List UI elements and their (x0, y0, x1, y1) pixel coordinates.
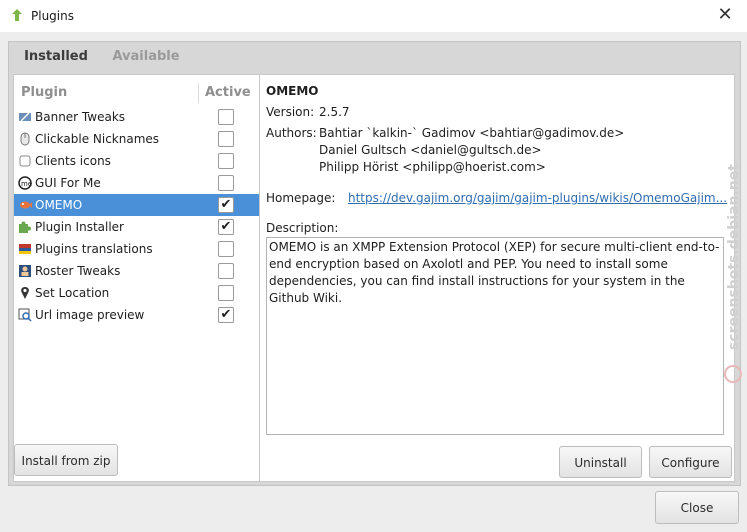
active-checkbox[interactable] (218, 285, 234, 301)
window-close-icon[interactable]: ✕ (715, 5, 735, 25)
banner-icon (19, 112, 31, 122)
plugin-row-label: Banner Tweaks (35, 110, 126, 124)
plugin-row-label: Url image preview (35, 308, 145, 322)
plugin-list: Banner Tweaks Clickable Nicknames Clients … (14, 106, 259, 326)
flags-icon (19, 244, 31, 254)
plugin-row[interactable]: Set Location (14, 282, 259, 304)
active-checkbox[interactable] (218, 175, 234, 191)
watermark: screenshots.debian.net (724, 164, 742, 383)
plugin-row-label: Roster Tweaks (35, 264, 121, 278)
plugin-row[interactable]: OMEMO ✔ (14, 194, 259, 216)
plugin-list-pane: Plugin Active Banner Tweaks Clickable Nic… (14, 75, 260, 481)
close-button[interactable]: Close (655, 491, 739, 524)
plugin-details-pane: OMEMO Version: 2.5.7 Authors: Bahtiar `k… (260, 75, 734, 481)
location-pin-icon (21, 287, 29, 299)
omemo-fish-icon (20, 201, 32, 209)
watermark-text: screenshots.debian.net (726, 164, 742, 350)
active-checkbox[interactable] (218, 263, 234, 279)
plugin-row[interactable]: Clickable Nicknames (14, 128, 259, 150)
plugin-row[interactable]: Plugins translations (14, 238, 259, 260)
puzzle-icon (19, 221, 31, 233)
uninstall-button[interactable]: Uninstall (559, 446, 642, 478)
plugin-row[interactable]: Roster Tweaks (14, 260, 259, 282)
active-checkbox[interactable] (218, 153, 234, 169)
roster-icon (19, 265, 31, 277)
install-from-zip-button[interactable]: Install from zip (14, 444, 118, 476)
plugin-row-label: Clickable Nicknames (35, 132, 160, 146)
author-2: Daniel Gultsch <daniel@gultsch.de> (319, 143, 542, 157)
mouse-icon (20, 132, 30, 146)
plugin-row[interactable]: me GUI For Me (14, 172, 259, 194)
plugin-row-label: OMEMO (35, 198, 83, 212)
version-value: 2.5.7 (319, 105, 350, 119)
tab-installed[interactable]: Installed (16, 41, 96, 77)
homepage-label: Homepage: (266, 191, 336, 205)
description-label: Description: (266, 221, 339, 235)
active-checkbox[interactable] (218, 109, 234, 125)
plugin-row-label: Set Location (35, 286, 110, 300)
plugin-row[interactable]: Url image preview ✔ (14, 304, 259, 326)
tab-content: Plugin Active Banner Tweaks Clickable Nic… (13, 74, 735, 482)
column-header-plugin[interactable]: Plugin (21, 85, 67, 100)
svg-text:me: me (21, 180, 32, 188)
plugin-row-label: Plugins translations (35, 242, 153, 256)
plugin-row[interactable]: Clients icons (14, 150, 259, 172)
gui-icon: me (18, 176, 32, 190)
description-text[interactable]: OMEMO is an XMPP Extension Protocol (XEP… (266, 237, 724, 435)
author-1: Bahtiar `kalkin-` Gadimov <bahtiar@gadim… (319, 126, 625, 140)
active-checkbox[interactable]: ✔ (218, 197, 234, 213)
author-3: Philipp Hörist <philipp@hoerist.com> (319, 160, 546, 174)
version-label: Version: (266, 105, 315, 119)
clients-icon (19, 155, 31, 167)
homepage-link[interactable]: https://dev.gajim.org/gajim/gajim-plugin… (348, 191, 727, 205)
plugin-row[interactable]: Plugin Installer ✔ (14, 216, 259, 238)
window-title: Plugins (31, 9, 74, 23)
configure-button[interactable]: Configure (649, 446, 732, 478)
active-checkbox[interactable] (218, 241, 234, 257)
column-divider (198, 83, 199, 103)
plugin-row[interactable]: Banner Tweaks (14, 106, 259, 128)
active-checkbox[interactable] (218, 131, 234, 147)
plugin-row-label: Plugin Installer (35, 220, 124, 234)
image-preview-icon (18, 308, 32, 322)
tab-bar: Installed Available (8, 41, 739, 77)
active-checkbox[interactable]: ✔ (218, 307, 234, 323)
gajim-app-icon (12, 9, 22, 21)
plugin-name: OMEMO (266, 84, 319, 98)
title-bar: Plugins ✕ (0, 0, 747, 32)
column-header-active[interactable]: Active (205, 85, 251, 100)
plugin-row-label: GUI For Me (35, 176, 101, 190)
plugin-row-label: Clients icons (35, 154, 111, 168)
active-checkbox[interactable]: ✔ (218, 219, 234, 235)
watermark-logo-icon (724, 365, 742, 383)
tab-available[interactable]: Available (104, 41, 188, 74)
authors-label: Authors: (266, 126, 317, 140)
